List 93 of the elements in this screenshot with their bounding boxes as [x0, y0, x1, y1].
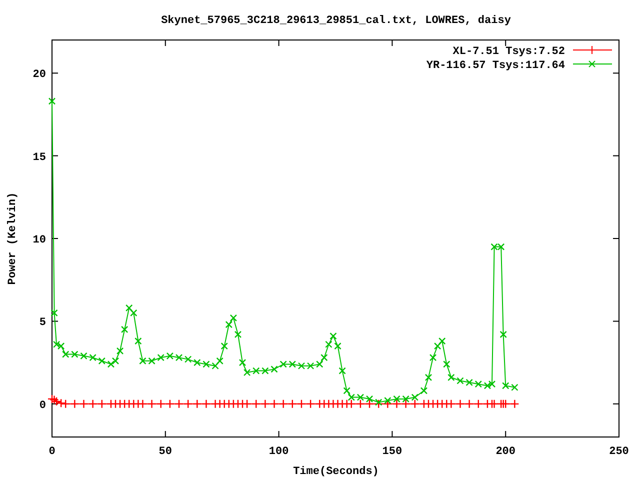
- point-marker: [120, 326, 128, 334]
- point-marker: [262, 367, 269, 374]
- point-marker: [500, 330, 507, 338]
- x-tick-label: 200: [496, 446, 516, 458]
- legend-label: YR-116.57 Tsys:117.64: [426, 60, 565, 72]
- point-marker: [464, 399, 474, 409]
- legend-sample: [572, 46, 612, 54]
- y-tick-label: 5: [39, 317, 46, 330]
- point-marker: [238, 358, 246, 366]
- y-tick-label: 0: [39, 400, 46, 412]
- x-tick-label: 50: [158, 446, 172, 458]
- x-tick-label: 0: [48, 446, 56, 458]
- x-tick-label: 250: [609, 446, 629, 458]
- point-marker: [134, 337, 142, 345]
- point-marker: [70, 399, 80, 409]
- point-marker: [252, 367, 260, 374]
- point-marker: [98, 357, 106, 365]
- point-marker: [148, 357, 156, 365]
- point-marker: [501, 399, 510, 409]
- point-marker: [490, 399, 499, 409]
- point-marker: [511, 384, 518, 391]
- point-marker: [502, 382, 510, 390]
- point-marker: [192, 399, 202, 409]
- point-marker: [50, 309, 58, 317]
- point-marker: [242, 399, 252, 409]
- y-tick-label: 10: [32, 234, 46, 246]
- x-axis-label: Time(Seconds): [293, 466, 379, 478]
- point-marker: [89, 354, 96, 362]
- point-marker: [383, 399, 392, 409]
- y-tick-label: 20: [32, 69, 46, 82]
- point-marker: [280, 360, 287, 368]
- point-marker: [270, 399, 279, 409]
- x-tick-label: 150: [382, 446, 402, 458]
- point-marker: [88, 399, 98, 409]
- point-marker: [424, 374, 432, 382]
- point-marker: [252, 399, 261, 409]
- point-marker: [165, 399, 175, 409]
- y-tick-label: 15: [32, 152, 46, 164]
- point-marker: [410, 399, 420, 409]
- point-marker: [48, 98, 56, 105]
- point-marker: [79, 399, 88, 409]
- point-marker: [50, 395, 59, 404]
- point-marker: [392, 399, 402, 409]
- point-marker: [61, 399, 70, 409]
- point-marker: [448, 374, 455, 382]
- point-marker: [456, 399, 465, 409]
- point-marker: [401, 399, 410, 409]
- point-marker: [288, 399, 298, 409]
- point-marker: [446, 399, 456, 409]
- point-marker: [429, 354, 437, 362]
- point-marker: [510, 399, 520, 409]
- point-marker: [157, 354, 164, 362]
- point-marker: [346, 399, 356, 409]
- point-marker: [202, 399, 211, 409]
- point-marker: [338, 367, 346, 374]
- point-marker: [220, 342, 228, 350]
- point-marker: [474, 380, 482, 388]
- point-marker: [374, 399, 384, 409]
- point-marker: [278, 399, 288, 409]
- point-marker: [202, 360, 210, 368]
- point-marker: [194, 358, 201, 366]
- y-axis-label: Power (Kelvin): [7, 192, 19, 285]
- point-marker: [260, 399, 270, 409]
- point-marker: [334, 342, 342, 350]
- point-marker: [97, 399, 106, 409]
- point-marker: [174, 399, 184, 409]
- point-marker: [356, 399, 366, 409]
- point-marker: [183, 399, 193, 409]
- point-marker: [306, 399, 316, 409]
- point-marker: [296, 399, 306, 409]
- legend-label: XL-7.51 Tsys:7.52: [452, 46, 565, 58]
- point-marker: [139, 357, 146, 365]
- point-marker: [80, 352, 88, 360]
- point-marker: [147, 399, 156, 409]
- point-marker: [364, 399, 374, 409]
- point-marker: [52, 396, 62, 406]
- point-marker: [234, 330, 242, 338]
- point-marker: [443, 360, 450, 368]
- point-marker: [138, 399, 148, 409]
- point-marker: [71, 350, 78, 358]
- chart-title: Skynet_57965_3C218_29613_29851_cal.txt, LOWRES, daisy: [161, 15, 511, 27]
- point-marker: [270, 366, 278, 373]
- point-marker: [116, 347, 124, 355]
- x-tick-label: 100: [268, 446, 289, 458]
- point-marker: [466, 378, 473, 386]
- point-marker: [474, 399, 483, 409]
- point-marker: [456, 377, 464, 384]
- point-marker: [56, 398, 66, 408]
- point-marker: [156, 399, 166, 409]
- point-marker: [420, 387, 428, 394]
- point-marker: [47, 394, 57, 404]
- legend-sample: [572, 60, 612, 68]
- point-marker: [243, 368, 251, 376]
